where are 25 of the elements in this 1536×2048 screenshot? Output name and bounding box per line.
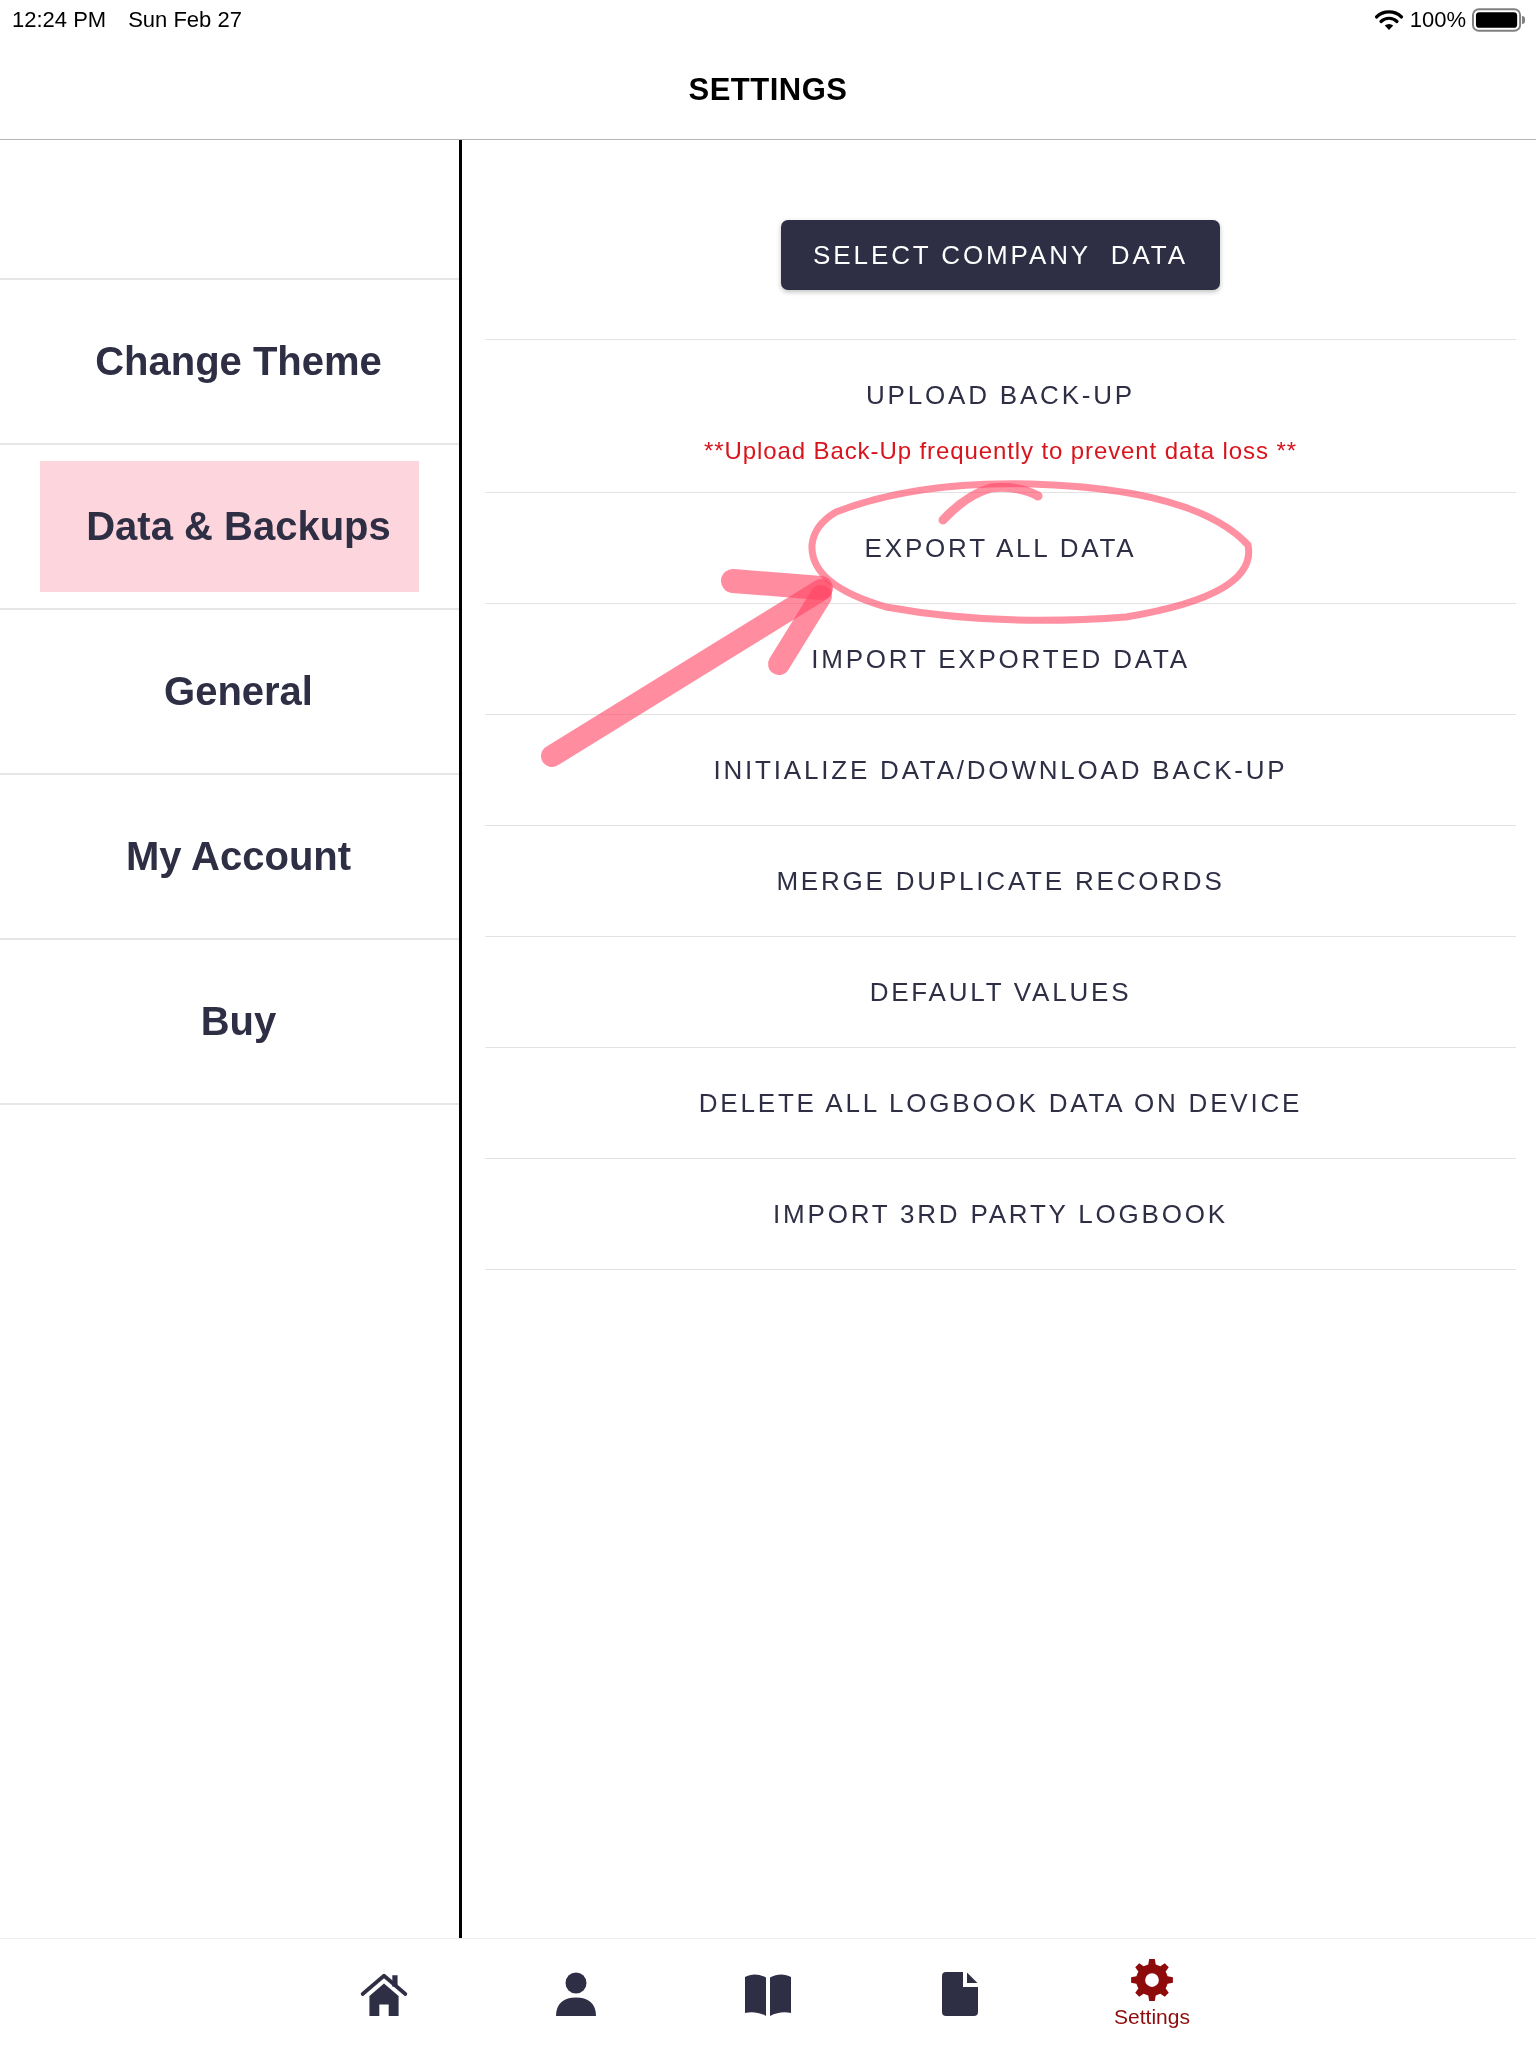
settings-option[interactable]: MERGE DUPLICATE RECORDS [485, 826, 1516, 936]
settings-option[interactable]: IMPORT EXPORTED DATA [485, 604, 1516, 714]
warning-text: **Upload Back-Up frequently to prevent data loss ** [704, 437, 1297, 465]
battery-percentage: 100% [1409, 7, 1466, 33]
person-icon [555, 1971, 597, 2016]
wifi-icon [1373, 9, 1404, 31]
battery-icon [1472, 8, 1526, 32]
sidebar-item[interactable]: General [40, 626, 419, 757]
gear-icon [1130, 1958, 1174, 2002]
settings-option[interactable]: DEFAULT VALUES [485, 937, 1516, 1047]
sidebar-item[interactable]: My Account [40, 791, 419, 922]
tab-button[interactable]: Settings [1056, 1939, 1248, 2048]
settings-option[interactable]: IMPORT 3RD PARTY LOGBOOK [485, 1159, 1516, 1269]
status-time: 12:24 PM [12, 7, 107, 33]
sidebar-item[interactable]: Change Theme [40, 296, 419, 427]
select-company-data-button[interactable]: SELECT COMPANY DATA [781, 220, 1220, 290]
settings-option[interactable]: UPLOAD BACK-UP [485, 340, 1516, 422]
status-date: Sun Feb 27 [128, 7, 242, 33]
settings-option[interactable]: EXPORT ALL DATA [485, 493, 1516, 603]
document-icon [942, 1971, 978, 2016]
page-title: SETTINGS [688, 71, 848, 108]
sidebar-item[interactable]: Buy [40, 956, 419, 1087]
sidebar-item[interactable]: Data & Backups [40, 461, 419, 592]
settings-option[interactable]: INITIALIZE DATA/DOWNLOAD BACK-UP [485, 715, 1516, 825]
settings-option[interactable]: DELETE ALL LOGBOOK DATA ON DEVICE [485, 1048, 1516, 1158]
